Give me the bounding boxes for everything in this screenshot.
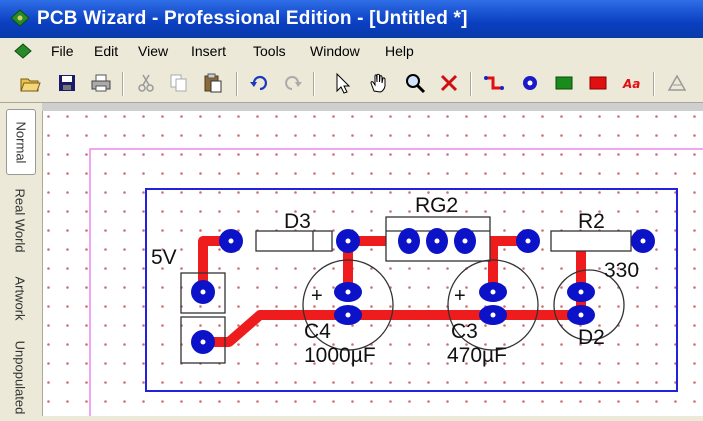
label-c4-plus: + — [311, 285, 323, 307]
delete-icon[interactable] — [436, 70, 462, 96]
label-c4-value: 1000µF — [304, 344, 376, 367]
menu-edit[interactable]: Edit — [94, 43, 118, 59]
redo-icon[interactable] — [279, 70, 305, 96]
tab-normal-label: Normal — [13, 121, 29, 163]
window-title: PCB Wizard - Professional Edition - [Unt… — [37, 8, 468, 29]
view-tabs: Normal Real World Artwork Unpopulated — [0, 103, 43, 416]
label-rg2: RG2 — [415, 194, 458, 217]
label-c4: C4 — [304, 320, 331, 343]
tab-real-world-label: Real World — [12, 187, 28, 253]
resistor-r2-body — [550, 230, 632, 252]
label-5v: 5V — [151, 246, 177, 269]
label-r2-value: 330 — [604, 259, 639, 282]
tab-real-world[interactable]: Real World — [6, 179, 34, 261]
menu-window[interactable]: Window — [310, 43, 360, 59]
tab-unpopulated[interactable]: Unpopulated — [6, 335, 34, 419]
label-d2: D2 — [578, 326, 605, 349]
toolbar-separator — [470, 72, 472, 96]
hand-icon[interactable] — [366, 70, 392, 96]
label-r2: R2 — [578, 210, 605, 233]
menu-bar: File Edit View Insert Tools Window Help — [0, 38, 703, 64]
pad-icon[interactable] — [517, 70, 543, 96]
open-icon[interactable] — [17, 70, 43, 96]
toolbar-separator — [313, 72, 315, 96]
diode-d3-body — [255, 230, 333, 252]
save-icon[interactable] — [54, 70, 80, 96]
tab-artwork[interactable]: Artwork — [6, 265, 34, 331]
print-icon[interactable] — [88, 70, 114, 96]
undo-icon[interactable] — [247, 70, 273, 96]
svg-text:Aa: Aa — [622, 77, 640, 91]
menu-view[interactable]: View — [138, 43, 168, 59]
label-d3: D3 — [284, 210, 311, 233]
properties-icon[interactable] — [664, 70, 690, 96]
copper-area-icon[interactable] — [585, 70, 611, 96]
tab-unpopulated-label: Unpopulated — [12, 340, 28, 414]
pcb-canvas[interactable]: 5V D3 RG2 R2 330 + + C4 1000µF C3 470µF … — [43, 111, 703, 416]
label-c3-plus: + — [454, 285, 466, 307]
track-icon[interactable] — [481, 70, 507, 96]
toolbar-separator — [122, 72, 124, 96]
toolbar-separator — [236, 72, 238, 96]
copy-icon[interactable] — [166, 70, 192, 96]
text-icon[interactable]: Aa — [619, 70, 645, 96]
toolbar: Aa — [0, 64, 703, 103]
cut-icon[interactable] — [133, 70, 159, 96]
tab-artwork-label: Artwork — [12, 275, 28, 321]
tab-normal[interactable]: Normal — [6, 109, 36, 175]
menu-help[interactable]: Help — [385, 43, 414, 59]
label-c3: C3 — [451, 320, 478, 343]
canvas-top-edge — [42, 103, 703, 111]
menu-insert[interactable]: Insert — [191, 43, 226, 59]
zoom-icon[interactable] — [402, 70, 428, 96]
document-icon[interactable] — [13, 42, 33, 60]
app-icon — [10, 9, 30, 27]
component-icon[interactable] — [551, 70, 577, 96]
title-bar: PCB Wizard - Professional Edition - [Unt… — [0, 0, 703, 38]
pcb-layout[interactable]: 5V D3 RG2 R2 330 + + C4 1000µF C3 470µF … — [43, 111, 703, 416]
menu-tools[interactable]: Tools — [253, 43, 286, 59]
paste-icon[interactable] — [200, 70, 226, 96]
label-c3-value: 470µF — [447, 344, 507, 367]
menu-file[interactable]: File — [51, 43, 74, 59]
toolbar-separator — [653, 72, 655, 96]
select-arrow-icon[interactable] — [330, 70, 356, 96]
